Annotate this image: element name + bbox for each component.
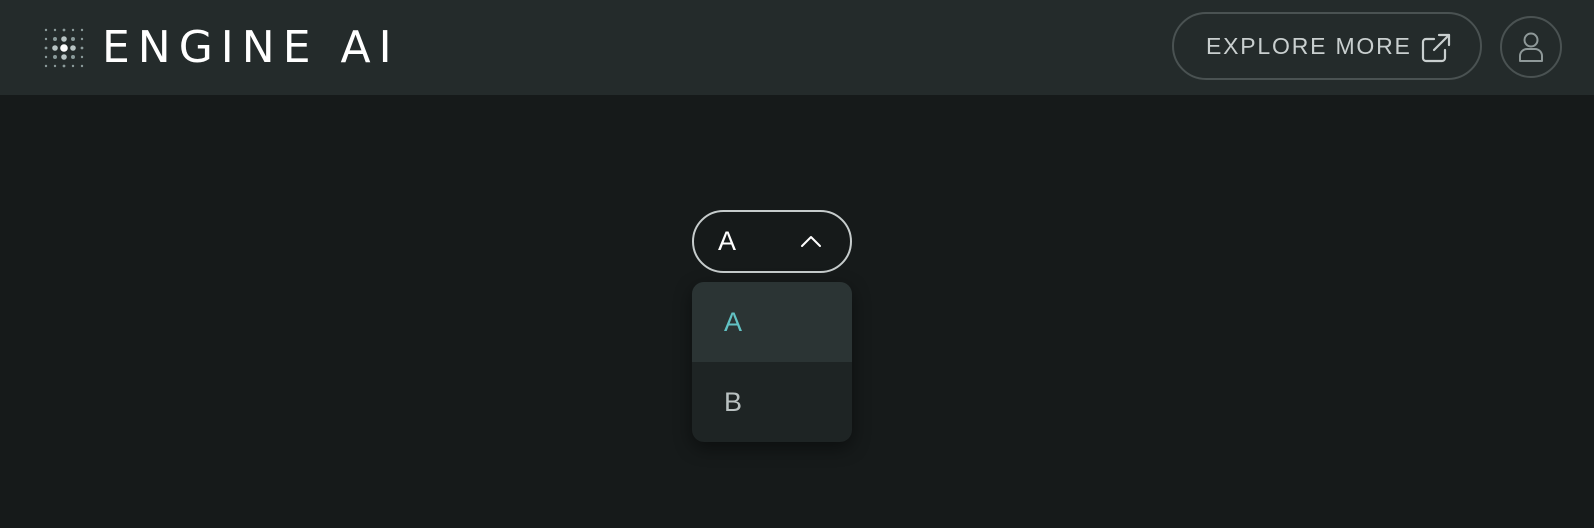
brand-logo[interactable]: ENGINE AI: [42, 26, 400, 70]
external-link-icon: [1421, 33, 1451, 63]
chevron-up-icon: [801, 236, 821, 247]
select-value: A: [718, 226, 737, 256]
explore-more-button[interactable]: EXPLORE MORE: [1172, 12, 1482, 80]
dot-grid-logo-icon: [44, 28, 84, 68]
option-label: B: [724, 386, 743, 417]
user-icon: [1519, 32, 1543, 62]
option-select[interactable]: A: [692, 210, 852, 273]
brand-name: ENGINE AI: [102, 22, 400, 73]
explore-more-label: EXPLORE MORE: [1206, 32, 1412, 59]
select-dropdown-menu: A B: [692, 282, 852, 442]
option-label: A: [724, 306, 743, 337]
user-account-button[interactable]: [1500, 16, 1562, 78]
dropdown-option-b[interactable]: B: [692, 362, 852, 442]
top-bar: ENGINE AI EXPLORE MORE: [0, 0, 1594, 95]
dropdown-option-a[interactable]: A: [692, 282, 852, 362]
